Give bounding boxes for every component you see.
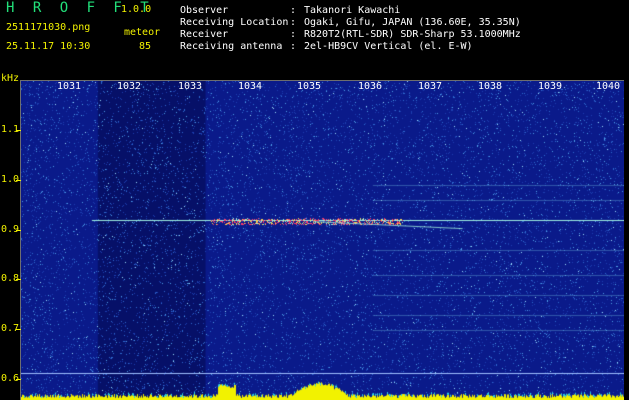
x-tick-label: 1036: [358, 81, 383, 92]
x-tick-label: 1038: [478, 81, 503, 92]
location-value: Ogaki, Gifu, JAPAN (136.60E, 35.35N): [304, 17, 521, 28]
receiver-value: R820T2(RTL-SDR) SDR-Sharp 53.1000MHz: [304, 29, 521, 40]
file-name: 2511171030.png: [6, 22, 91, 33]
x-tick-label: 1034: [238, 81, 263, 92]
x-tick-label: 1039: [538, 81, 563, 92]
location-sep: :: [290, 17, 297, 28]
y-tick-mark: [16, 230, 21, 231]
antenna-key: Receiving antenna: [180, 41, 283, 52]
observer-key: Observer: [180, 5, 229, 16]
y-tick-mark: [16, 130, 21, 131]
spectrogram-canvas: [21, 81, 624, 400]
meteor-count: 85: [139, 41, 152, 52]
x-tick-label: 1040: [596, 81, 621, 92]
x-tick-label: 1035: [297, 81, 322, 92]
observer-sep: :: [290, 5, 297, 16]
x-tick-label: 1031: [57, 81, 82, 92]
antenna-sep: :: [290, 41, 297, 52]
location-key: Receiving Location: [180, 17, 289, 28]
y-axis-unit-label: kHz: [1, 73, 20, 84]
receiver-key: Receiver: [180, 29, 229, 40]
receiver-sep: :: [290, 29, 297, 40]
mode-label: meteor: [124, 27, 161, 38]
observer-value: Takanori Kawachi: [304, 5, 401, 16]
y-tick-mark: [16, 279, 21, 280]
x-tick-label: 1033: [178, 81, 203, 92]
antenna-value: 2el-HB9CV Vertical (el. E-W): [304, 41, 473, 52]
spectrogram-plot: [20, 80, 624, 400]
y-tick-mark: [16, 180, 21, 181]
app-version: 1.0.0: [121, 4, 152, 15]
observation-datetime: 25.11.17 10:30: [6, 41, 91, 52]
y-tick-mark: [16, 379, 21, 380]
x-tick-label: 1037: [418, 81, 443, 92]
x-tick-label: 1032: [117, 81, 142, 92]
y-tick-mark: [16, 329, 21, 330]
